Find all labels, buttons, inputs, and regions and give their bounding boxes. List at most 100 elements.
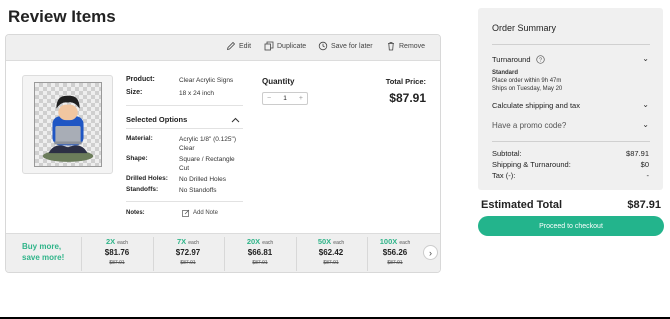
tier-7x[interactable]: 7X each $72.97 $87.91: [153, 237, 223, 268]
person-laptop-illustration: [42, 95, 94, 162]
edit-label: Edit: [239, 42, 252, 50]
add-note-label: Add Note: [193, 210, 219, 216]
divider: [492, 44, 650, 45]
option-drilled-holes-value: No Drilled Holes: [179, 176, 226, 183]
option-shape-value: Square / Rectangle Cut: [179, 156, 235, 172]
chevron-down-icon[interactable]: ⌄: [642, 120, 649, 129]
item-toolbar: Edit Duplicate Save for later Remove: [6, 35, 440, 61]
turnaround-deadline: Place order within 9h 47m: [492, 78, 562, 84]
page-title: Review Items: [8, 7, 116, 26]
quantity-discount-bar: Buy more, save more! 2X each $81.76 $87.…: [6, 233, 440, 272]
remove-label: Remove: [399, 42, 426, 50]
clock-icon: [318, 41, 328, 51]
proceed-to-checkout-button[interactable]: Proceed to checkout: [478, 216, 664, 236]
tier-price: $56.26: [382, 248, 408, 257]
order-summary-title: Order Summary: [492, 23, 557, 33]
shipping-label: Shipping & Turnaround:: [492, 160, 571, 169]
tier-2x[interactable]: 2X each $81.76 $87.91: [82, 237, 152, 268]
subtotal-value: $87.91: [626, 149, 649, 158]
size-label: Size:: [126, 89, 143, 96]
shipping-value: $0: [640, 160, 649, 169]
option-material-value: Acrylic 1/8" (0.125") Clear: [179, 136, 236, 152]
cart-item-card: Edit Duplicate Save for later Remove Pro…: [5, 34, 441, 273]
svg-text:?: ?: [538, 58, 541, 64]
turnaround-type: Standard: [492, 70, 519, 76]
duplicate-icon: [264, 41, 274, 51]
tier-each: each: [117, 240, 129, 246]
selected-options-toggle[interactable]: Selected Options: [126, 115, 187, 124]
option-material-label: Material:: [126, 135, 153, 142]
tier-qty: 2X: [105, 237, 116, 246]
buy-more-text: Buy more, save more!: [22, 241, 64, 263]
trash-icon: [388, 42, 394, 51]
divider: [126, 201, 243, 202]
tier-qty: 100X: [379, 237, 398, 246]
option-drilled-holes-label: Drilled Holes:: [126, 175, 168, 182]
chevron-right-icon: ›: [429, 247, 432, 258]
tier-price: $66.81: [247, 248, 273, 257]
notes-label: Notes:: [126, 210, 145, 216]
chevron-down-icon[interactable]: ⌄: [642, 54, 649, 63]
total-price-label: Total Price:: [385, 77, 426, 86]
tier-each: each: [399, 240, 411, 246]
option-standoffs-value: No Standoffs: [179, 187, 217, 194]
tier-20x[interactable]: 20X each $66.81 $87.91: [225, 237, 295, 268]
tier-price: $81.76: [104, 248, 130, 257]
divider: [126, 128, 243, 129]
size-value: 18 x 24 inch: [179, 90, 215, 97]
buy-more-line2: save more!: [22, 253, 65, 262]
next-tier-button[interactable]: ›: [423, 245, 438, 260]
divider: [492, 141, 650, 142]
tier-100x[interactable]: 100X each $56.26 $87.91: [368, 237, 422, 268]
divider: [126, 105, 243, 106]
estimated-total-label: Estimated Total: [481, 199, 563, 211]
turnaround-ship-date: Ships on Tuesday, May 20: [492, 86, 563, 92]
chevron-down-icon[interactable]: ⌄: [642, 100, 649, 109]
option-shape-label: Shape:: [126, 155, 148, 162]
minus-icon[interactable]: −: [267, 95, 271, 102]
plus-icon[interactable]: +: [299, 95, 303, 102]
estimated-total-value: $87.91: [627, 199, 661, 211]
product-value: Clear Acrylic Signs: [179, 77, 234, 84]
remove-button[interactable]: Remove: [386, 41, 425, 51]
tier-price: $72.97: [175, 248, 201, 257]
note-edit-icon: [182, 209, 190, 217]
add-note-button[interactable]: Add Note: [182, 209, 218, 217]
quantity-input[interactable]: 1: [283, 95, 287, 102]
turnaround-toggle[interactable]: Turnaround ?: [492, 55, 545, 64]
promo-code-toggle[interactable]: Have a promo code?: [492, 121, 566, 130]
tier-each: each: [262, 240, 274, 246]
tier-price: $62.42: [318, 248, 344, 257]
quantity-stepper: − 1 +: [262, 92, 308, 105]
tax-value: -: [646, 171, 650, 180]
total-price-value: $87.91: [389, 91, 426, 105]
subtotal-label: Subtotal:: [492, 149, 522, 158]
edit-button[interactable]: Edit: [226, 41, 251, 51]
quantity-label: Quantity: [262, 77, 295, 86]
tier-qty: 7X: [176, 237, 187, 246]
product-image: [34, 82, 102, 167]
tier-50x[interactable]: 50X each $62.42 $87.91: [296, 237, 366, 268]
product-label: Product:: [126, 76, 155, 83]
tier-qty: 20X: [246, 237, 261, 246]
tier-original-price: $87.91: [180, 260, 196, 266]
duplicate-button[interactable]: Duplicate: [264, 41, 306, 51]
help-icon[interactable]: ?: [535, 55, 545, 64]
order-summary-panel: Order Summary Turnaround ? ⌄ Standard Pl…: [478, 8, 663, 190]
save-for-later-button[interactable]: Save for later: [318, 41, 373, 51]
tier-each: each: [188, 240, 200, 246]
tier-qty: 50X: [317, 237, 332, 246]
tier-original-price: $87.91: [387, 260, 403, 266]
chevron-up-icon[interactable]: [231, 117, 240, 123]
option-standoffs-label: Standoffs:: [126, 186, 159, 193]
save-for-later-label: Save for later: [331, 42, 373, 50]
product-thumbnail[interactable]: [22, 75, 113, 174]
tier-original-price: $87.91: [323, 260, 339, 266]
tier-original-price: $87.91: [252, 260, 268, 266]
duplicate-label: Duplicate: [277, 42, 307, 50]
tier-original-price: $87.91: [109, 260, 125, 266]
calculate-shipping-toggle[interactable]: Calculate shipping and tax: [492, 101, 580, 110]
buy-more-line1: Buy more,: [22, 242, 62, 251]
tax-label: Tax (-):: [492, 171, 516, 180]
turnaround-label: Turnaround: [492, 55, 531, 64]
